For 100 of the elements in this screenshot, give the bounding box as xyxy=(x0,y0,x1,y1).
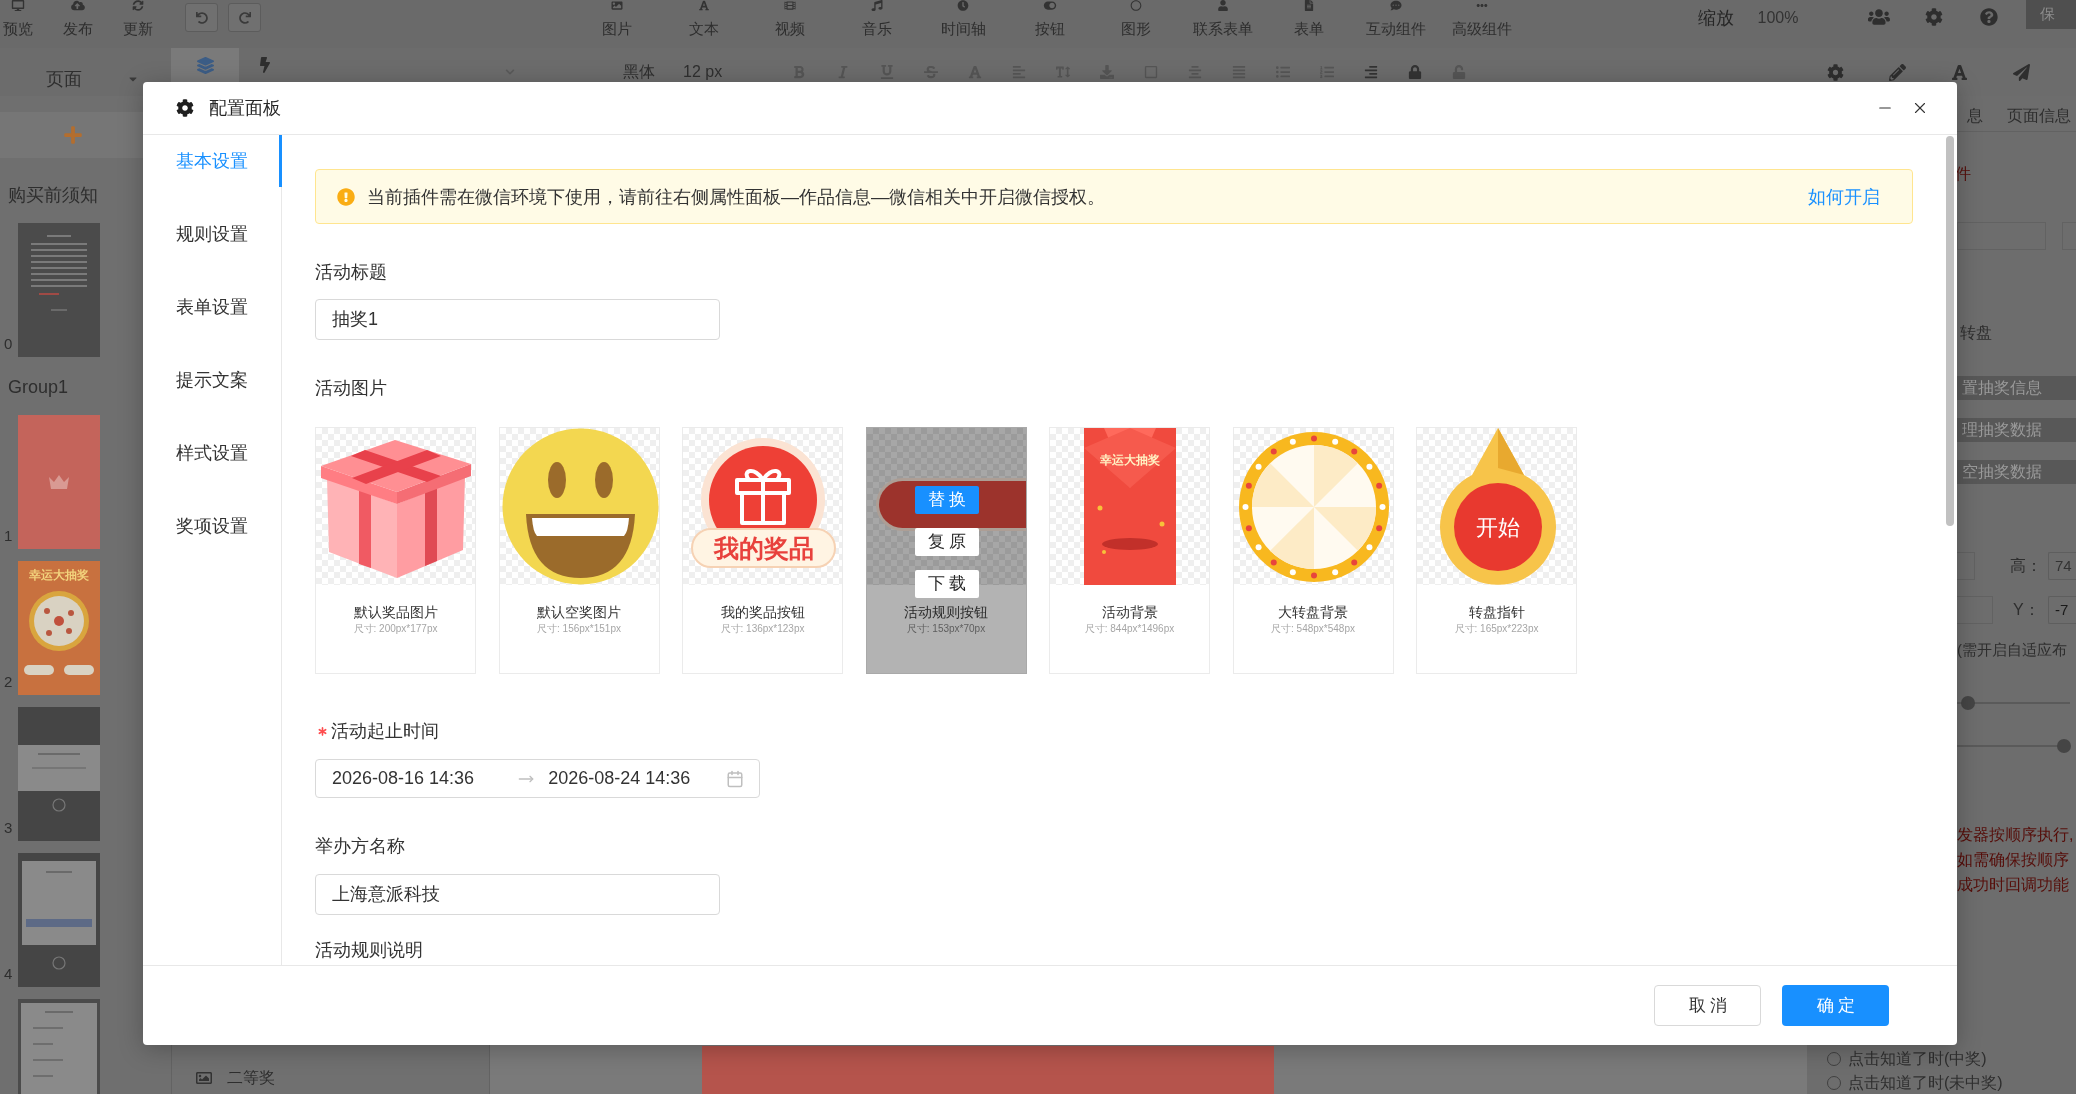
redo-icon xyxy=(238,11,251,24)
page-thumbnail[interactable] xyxy=(18,223,100,357)
nav-tab[interactable]: 规则设置 xyxy=(143,208,282,260)
align-center-icon[interactable] xyxy=(1188,65,1202,79)
slider-track[interactable] xyxy=(1957,738,2070,754)
layers-icon xyxy=(196,56,214,74)
page-select[interactable]: 页面 xyxy=(0,62,143,96)
zoom-label: 缩放 xyxy=(1697,7,1734,30)
publish-button[interactable]: 发布 xyxy=(60,0,96,39)
font-family-select[interactable]: 黑体 xyxy=(623,62,655,82)
page-thumbnail[interactable] xyxy=(18,415,100,549)
image-card[interactable]: 大转盘背景 尺寸: 548px*548px xyxy=(1232,427,1394,674)
bold-icon[interactable] xyxy=(792,65,806,79)
nav-tab[interactable]: 提示文案 xyxy=(143,354,282,406)
slider-track[interactable] xyxy=(1957,695,2070,711)
image-card[interactable]: 替换 复原 下载 活动规则按钮 尺寸: 153px*70px xyxy=(865,427,1027,674)
interactive-tool-button[interactable]: 互动组件 xyxy=(1352,0,1439,39)
image-icon xyxy=(196,1070,212,1086)
cancel-button[interactable]: 取消 xyxy=(1654,985,1761,1026)
zoom-level[interactable]: 100% xyxy=(1757,7,1799,29)
plus-icon xyxy=(63,125,83,145)
contact-form-tool-button[interactable]: 联系表单 xyxy=(1179,0,1266,39)
underline-icon[interactable] xyxy=(880,65,894,79)
save-button[interactable]: 保 xyxy=(2026,0,2076,29)
help-link[interactable]: 如何开启 xyxy=(1808,184,1880,209)
add-page-button[interactable] xyxy=(0,112,143,158)
monitor-icon xyxy=(11,0,25,11)
undo-button[interactable] xyxy=(185,3,218,32)
font-size-select[interactable]: 12 px xyxy=(683,62,727,82)
help-icon[interactable] xyxy=(1980,8,1999,26)
align-left-icon[interactable] xyxy=(1012,65,1026,79)
warning-text: 成功时回调功能 xyxy=(1957,875,2069,895)
button-tool-button[interactable]: 按钮 xyxy=(1006,0,1093,39)
layer-item[interactable]: 二等奖 xyxy=(172,1062,489,1094)
preview-button[interactable]: 预览 xyxy=(0,0,36,39)
title-input[interactable]: 抽奖1 xyxy=(315,299,720,340)
users-icon[interactable] xyxy=(1868,8,1891,26)
lock-icon[interactable] xyxy=(1408,65,1422,79)
settings-icon[interactable] xyxy=(1826,63,1844,81)
organizer-input[interactable]: 上海意派科技 xyxy=(315,874,720,915)
advanced-tool-button[interactable]: 高级组件 xyxy=(1439,0,1526,39)
image-card[interactable]: 默认空奖图片 尺寸: 156px*151px xyxy=(498,427,660,674)
image-size: 尺寸: 844px*1496px xyxy=(1084,623,1175,635)
nav-tab[interactable]: 基本设置 xyxy=(143,135,282,187)
page-thumbnail[interactable] xyxy=(18,707,100,841)
timeline-tool-button[interactable]: 时间轴 xyxy=(920,0,1007,39)
music-tool-button[interactable]: 音乐 xyxy=(833,0,920,39)
list-icon[interactable] xyxy=(1276,65,1290,79)
image-card[interactable]: 我的奖品 我的奖品按钮 尺寸: 136px*123px xyxy=(682,427,843,674)
image-action-button[interactable]: 下载 xyxy=(914,570,979,598)
nav-tab[interactable]: 奖项设置 xyxy=(143,500,282,552)
image-tool-button[interactable]: 图片 xyxy=(574,0,661,39)
video-tool-button[interactable]: 视频 xyxy=(747,0,834,39)
align-right-icon[interactable] xyxy=(1364,65,1378,79)
action-button[interactable]: 理抽奖数据 xyxy=(1957,418,2076,442)
image-card[interactable]: 开始 转盘指针 尺寸: 165px*223px xyxy=(1416,427,1577,674)
form-tool-button[interactable]: 表单 xyxy=(1266,0,1353,39)
redo-button[interactable] xyxy=(228,3,261,32)
y-input[interactable]: -7 xyxy=(2048,596,2076,624)
cloud-upload-icon xyxy=(71,0,85,11)
image-size: 尺寸: 136px*123px xyxy=(720,623,805,635)
pencil-icon[interactable] xyxy=(1888,63,1906,81)
action-button[interactable]: 置抽奖信息 xyxy=(1957,376,2076,400)
strikethrough-icon[interactable] xyxy=(924,65,938,79)
numbered-list-icon[interactable] xyxy=(1320,65,1334,79)
text-tool-button[interactable]: 文本 xyxy=(660,0,747,39)
image-action-button[interactable]: 复原 xyxy=(914,528,979,556)
action-button[interactable]: 空抽奖数据 xyxy=(1957,460,2076,484)
text-height-icon[interactable] xyxy=(1056,65,1070,79)
clock-icon xyxy=(956,0,971,11)
image-card[interactable]: 幸运大抽奖 活动背景 尺寸: 844px*1496px xyxy=(1049,427,1210,674)
shape-tool-button[interactable]: 图形 xyxy=(1093,0,1180,39)
scrollbar[interactable] xyxy=(1946,136,1954,526)
image-card[interactable]: 默认奖品图片 尺寸: 200px*177px xyxy=(315,427,476,674)
slider-thumb[interactable] xyxy=(1961,696,1976,710)
align-justify-icon[interactable] xyxy=(1232,65,1246,79)
image-icon xyxy=(610,0,625,11)
image-name: 大转盘背景 xyxy=(1278,603,1348,621)
nav-tab[interactable]: 表单设置 xyxy=(143,281,282,333)
panel-tab[interactable] xyxy=(171,48,239,82)
panel-tab[interactable]: 息 xyxy=(1967,103,1983,128)
nav-tab[interactable]: 样式设置 xyxy=(143,427,282,479)
confirm-button[interactable]: 确定 xyxy=(1782,985,1889,1026)
panel-tab[interactable]: 页面信息 xyxy=(2007,103,2071,128)
input-field[interactable] xyxy=(1957,222,2046,250)
height-input[interactable]: 74 xyxy=(2048,552,2076,580)
settings-icon[interactable] xyxy=(1925,8,1944,26)
unlock-icon[interactable] xyxy=(1452,65,1466,79)
font-color-icon[interactable] xyxy=(968,65,982,79)
date-range-input[interactable]: 2026-08-16 14:36 2026-08-24 14:36 xyxy=(315,759,760,798)
slider-thumb[interactable] xyxy=(2057,739,2072,753)
image-action-button[interactable]: 替换 xyxy=(914,486,979,514)
letter-a-icon[interactable] xyxy=(1950,63,1968,81)
settings-icon xyxy=(176,99,194,117)
italic-icon[interactable] xyxy=(836,65,850,79)
page-thumbnail[interactable]: 幸运大抽奖 xyxy=(18,561,100,695)
update-button[interactable]: 更新 xyxy=(120,0,156,39)
download-icon[interactable] xyxy=(1100,65,1114,79)
image-name: 默认空奖图片 xyxy=(537,603,621,621)
paper-plane-icon[interactable] xyxy=(2012,63,2030,81)
